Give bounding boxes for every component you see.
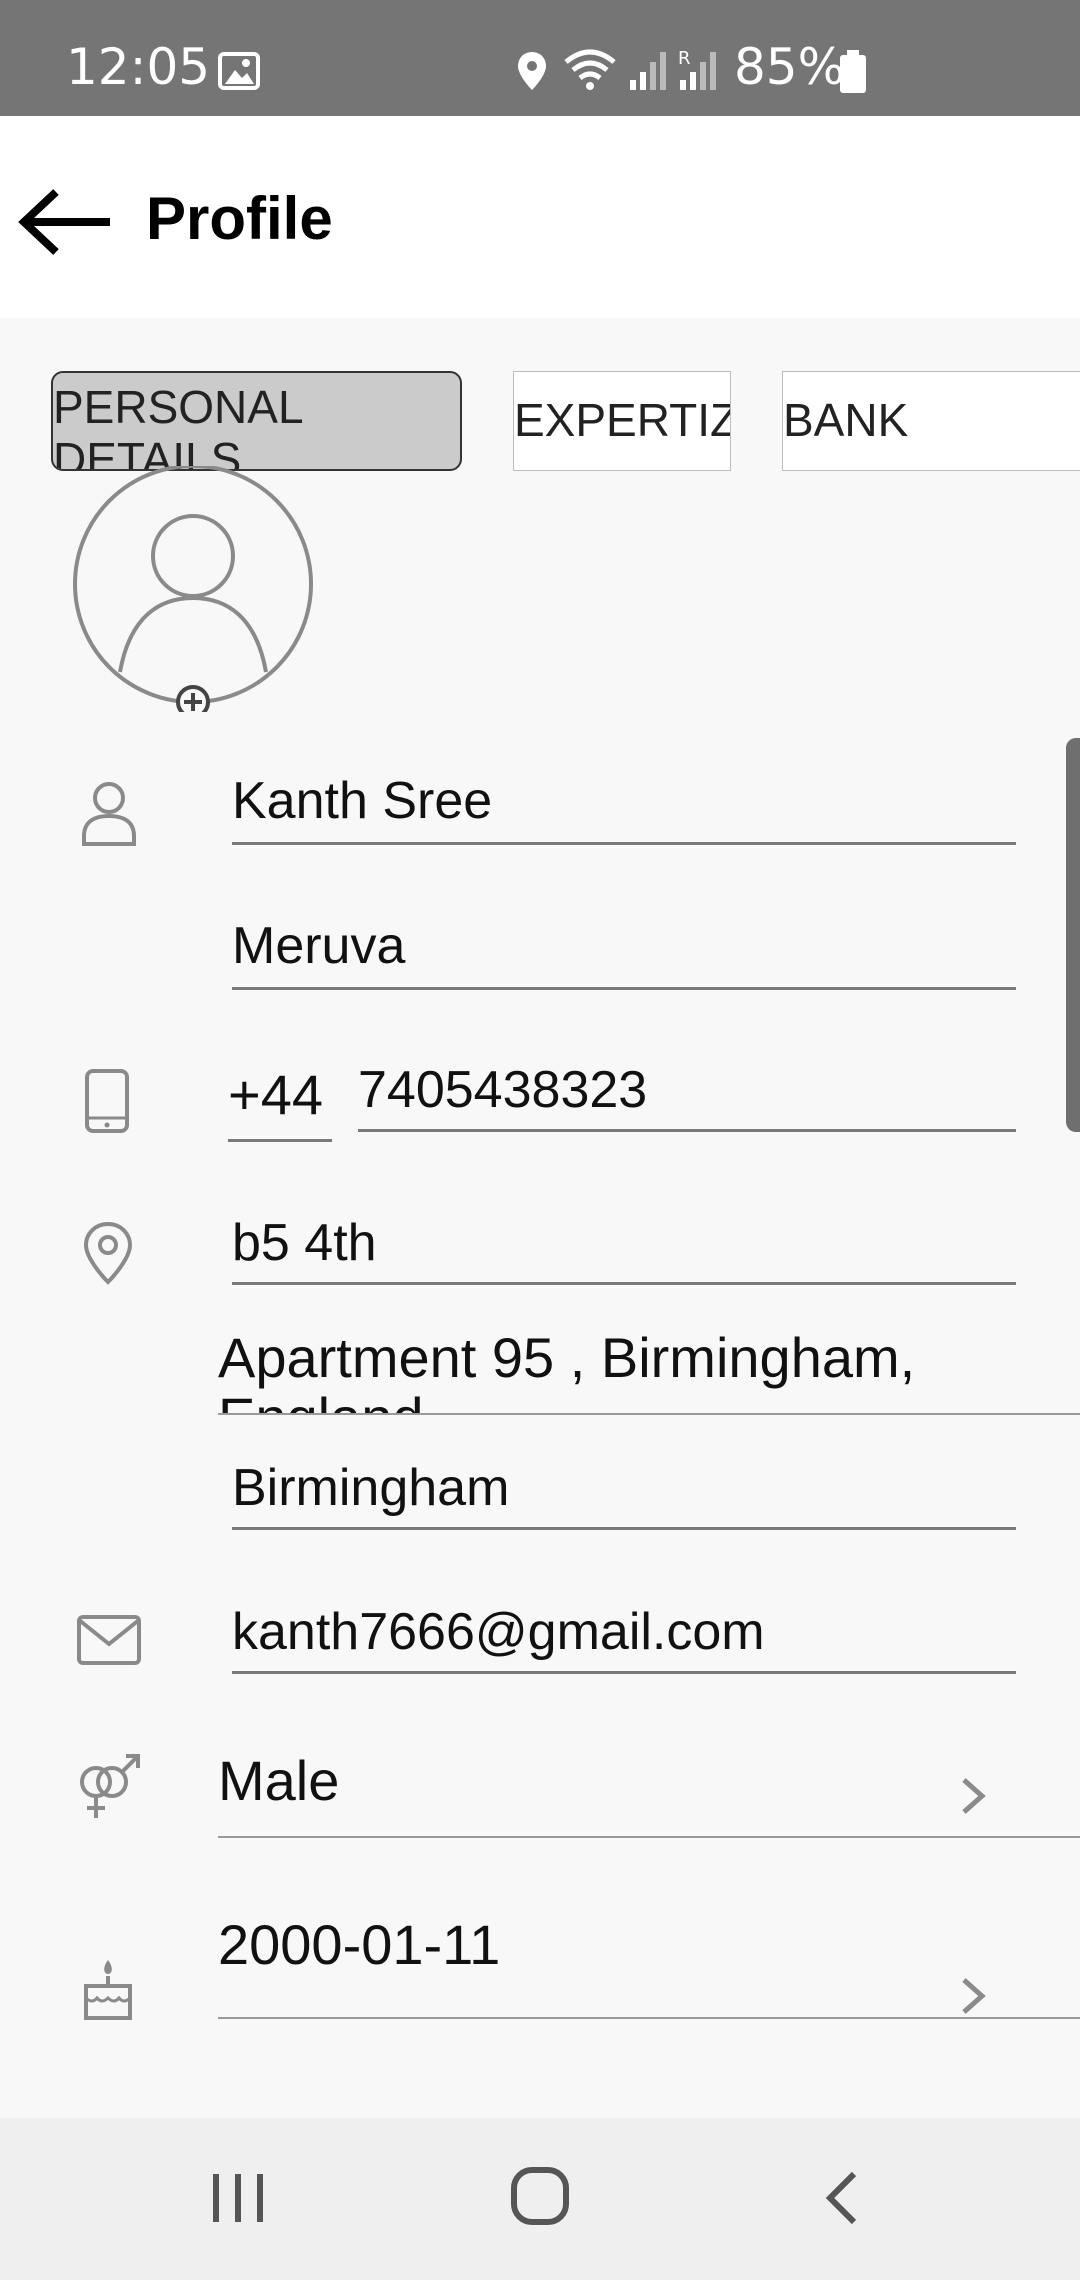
phone-icon <box>85 1069 129 1133</box>
signal-roaming-icon: R <box>678 48 716 90</box>
email-underline <box>232 1671 1016 1674</box>
nav-bar <box>0 2118 1080 2280</box>
cake-icon <box>84 1960 132 2020</box>
battery-percent: 85% <box>734 38 846 96</box>
back-arrow-icon[interactable] <box>16 182 116 262</box>
mail-icon <box>77 1615 141 1665</box>
chevron-right-icon <box>962 1978 986 2014</box>
page-title: Profile <box>146 185 333 252</box>
wifi-icon <box>564 49 616 90</box>
address-line2-field[interactable]: Apartment 95 , Birmingham, England <box>218 1328 1080 1414</box>
address-line1-field[interactable]: b5 4th <box>232 1213 377 1273</box>
chevron-right-icon <box>962 1778 986 1814</box>
country-code-underline <box>228 1139 332 1142</box>
location-status-icon <box>518 52 546 90</box>
battery-icon <box>840 50 866 93</box>
status-bar: 12:05 R 85% <box>0 0 1080 116</box>
dob-underline <box>218 2017 1080 2019</box>
app-bar: Profile <box>0 116 1080 318</box>
avatar-upload[interactable] <box>70 466 316 712</box>
dob-value: 2000-01-11 <box>218 1913 501 1976</box>
person-icon <box>82 782 136 846</box>
address-line1-underline <box>232 1282 1016 1285</box>
first-name-field[interactable]: Kanth Sree <box>232 771 492 831</box>
phone-field[interactable]: 7405438323 <box>358 1060 647 1120</box>
dob-select[interactable]: 2000-01-11 <box>218 1912 1080 2016</box>
tab-personal-details[interactable]: PERSONAL DETAILS <box>51 371 462 471</box>
tab-expertiz[interactable]: EXPERTIZ <box>513 371 731 471</box>
city-underline <box>232 1527 1016 1530</box>
city-field[interactable]: Birmingham <box>232 1458 509 1518</box>
last-name-underline <box>232 987 1016 990</box>
gender-value: Male <box>218 1749 340 1812</box>
last-name-field[interactable]: Meruva <box>232 916 405 976</box>
image-icon <box>218 52 260 90</box>
tab-bank[interactable]: BANK <box>782 371 1080 471</box>
first-name-underline <box>232 842 1016 845</box>
email-field[interactable]: kanth7666@gmail.com <box>232 1602 765 1662</box>
scrollbar[interactable] <box>1066 738 1080 1132</box>
nav-back-icon[interactable] <box>820 2168 864 2228</box>
gender-underline <box>218 1836 1080 1838</box>
status-time: 12:05 <box>66 38 211 96</box>
home-icon[interactable] <box>510 2166 570 2226</box>
signal-icon <box>630 52 666 90</box>
svg-text:R: R <box>678 48 691 69</box>
phone-underline <box>358 1129 1016 1132</box>
country-code-field[interactable]: +44 <box>228 1062 323 1127</box>
gender-select[interactable]: Male <box>218 1748 1080 1836</box>
gender-icon <box>80 1754 140 1818</box>
address-line2-underline <box>218 1413 1080 1415</box>
location-pin-icon <box>83 1221 133 1285</box>
recent-apps-icon[interactable] <box>206 2170 270 2226</box>
